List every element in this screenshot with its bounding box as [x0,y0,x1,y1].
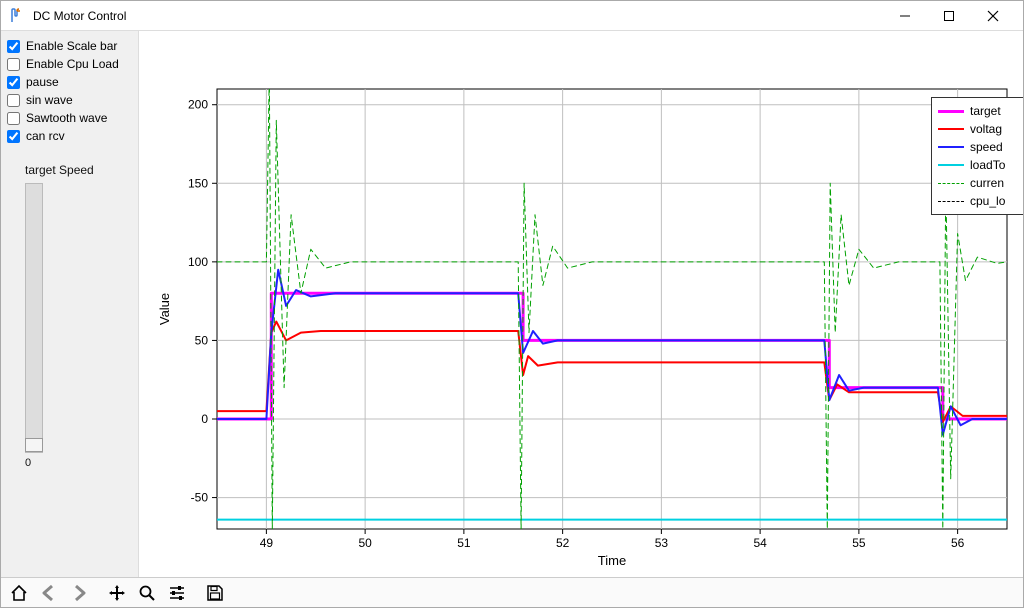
checkbox-input[interactable] [7,58,20,71]
app-window: DC Motor Control Enable Scale barEnable … [0,0,1024,608]
checkbox-pause[interactable]: pause [7,73,132,91]
checkbox-label: can rcv [26,129,65,143]
scale-slider[interactable] [25,183,43,453]
legend-label: voltag [970,120,1002,138]
svg-text:51: 51 [457,536,471,550]
legend-swatch [938,201,964,202]
legend-swatch [938,164,964,166]
zoom-button[interactable] [133,580,161,606]
legend-swatch [938,146,964,148]
close-button[interactable] [971,2,1015,30]
legend: targetvoltagspeedloadTocurrencpu_lo [931,97,1023,215]
scale-area: target Speed 0 [7,163,132,469]
svg-text:0: 0 [201,412,208,426]
legend-label: target [970,102,1001,120]
checkbox-label: Sawtooth wave [26,111,107,125]
svg-text:55: 55 [852,536,866,550]
svg-text:100: 100 [188,255,208,269]
checkbox-input[interactable] [7,130,20,143]
series-target [217,293,1007,419]
window-title: DC Motor Control [33,9,126,23]
legend-swatch [938,183,964,184]
svg-text:Time: Time [598,553,626,568]
legend-swatch [938,110,964,113]
checkbox-input[interactable] [7,94,20,107]
pan-button[interactable] [103,580,131,606]
home-button[interactable] [5,580,33,606]
svg-text:200: 200 [188,98,208,112]
checkbox-enable-cpu-load[interactable]: Enable Cpu Load [7,55,132,73]
scale-handle[interactable] [25,438,43,452]
checkbox-sin-wave[interactable]: sin wave [7,91,132,109]
svg-text:56: 56 [951,536,965,550]
checkbox-enable-scale-bar[interactable]: Enable Scale bar [7,37,132,55]
series-current [217,73,1007,529]
chart-pane: 49 50 51 52 53 54 55 56 -50 0 50 100 150 200 Time Value… [139,31,1023,577]
checkbox-label: Enable Scale bar [26,39,117,53]
svg-text:Value: Value [157,293,172,325]
checkbox-input[interactable] [7,112,20,125]
titlebar: DC Motor Control [1,1,1023,31]
legend-item: curren [938,174,1017,192]
checkbox-sawtooth-wave[interactable]: Sawtooth wave [7,109,132,127]
legend-label: loadTo [970,156,1005,174]
checkbox-label: sin wave [26,93,73,107]
configure-button[interactable] [163,580,191,606]
svg-text:49: 49 [260,536,274,550]
legend-item: target [938,102,1017,120]
svg-text:150: 150 [188,176,208,190]
legend-swatch [938,128,964,130]
svg-text:-50: -50 [191,491,209,505]
legend-item: cpu_lo [938,192,1017,210]
forward-button[interactable] [65,580,93,606]
svg-text:53: 53 [655,536,669,550]
maximize-button[interactable] [927,2,971,30]
chart[interactable]: 49 50 51 52 53 54 55 56 -50 0 50 100 150 200 Time Value [139,31,1023,577]
svg-text:54: 54 [753,536,767,550]
checkbox-can-rcv[interactable]: can rcv [7,127,132,145]
legend-label: speed [970,138,1003,156]
scale-label: target Speed [25,163,132,177]
legend-label: cpu_lo [970,192,1005,210]
app-icon [9,8,25,24]
checkbox-label: pause [26,75,59,89]
back-button[interactable] [35,580,63,606]
svg-text:52: 52 [556,536,570,550]
checkbox-label: Enable Cpu Load [26,57,119,71]
svg-text:50: 50 [195,333,209,347]
legend-item: speed [938,138,1017,156]
checkbox-input[interactable] [7,76,20,89]
checkbox-input[interactable] [7,40,20,53]
legend-item: loadTo [938,156,1017,174]
sidebar: Enable Scale bar Enable Cpu Load pause sin … [1,31,139,577]
series-voltage [217,322,1007,423]
scale-value: 0 [25,457,132,469]
legend-item: voltag [938,120,1017,138]
minimize-button[interactable] [883,2,927,30]
save-button[interactable] [201,580,229,606]
legend-label: curren [970,174,1004,192]
nav-toolbar [1,577,1023,607]
svg-text:50: 50 [358,536,372,550]
